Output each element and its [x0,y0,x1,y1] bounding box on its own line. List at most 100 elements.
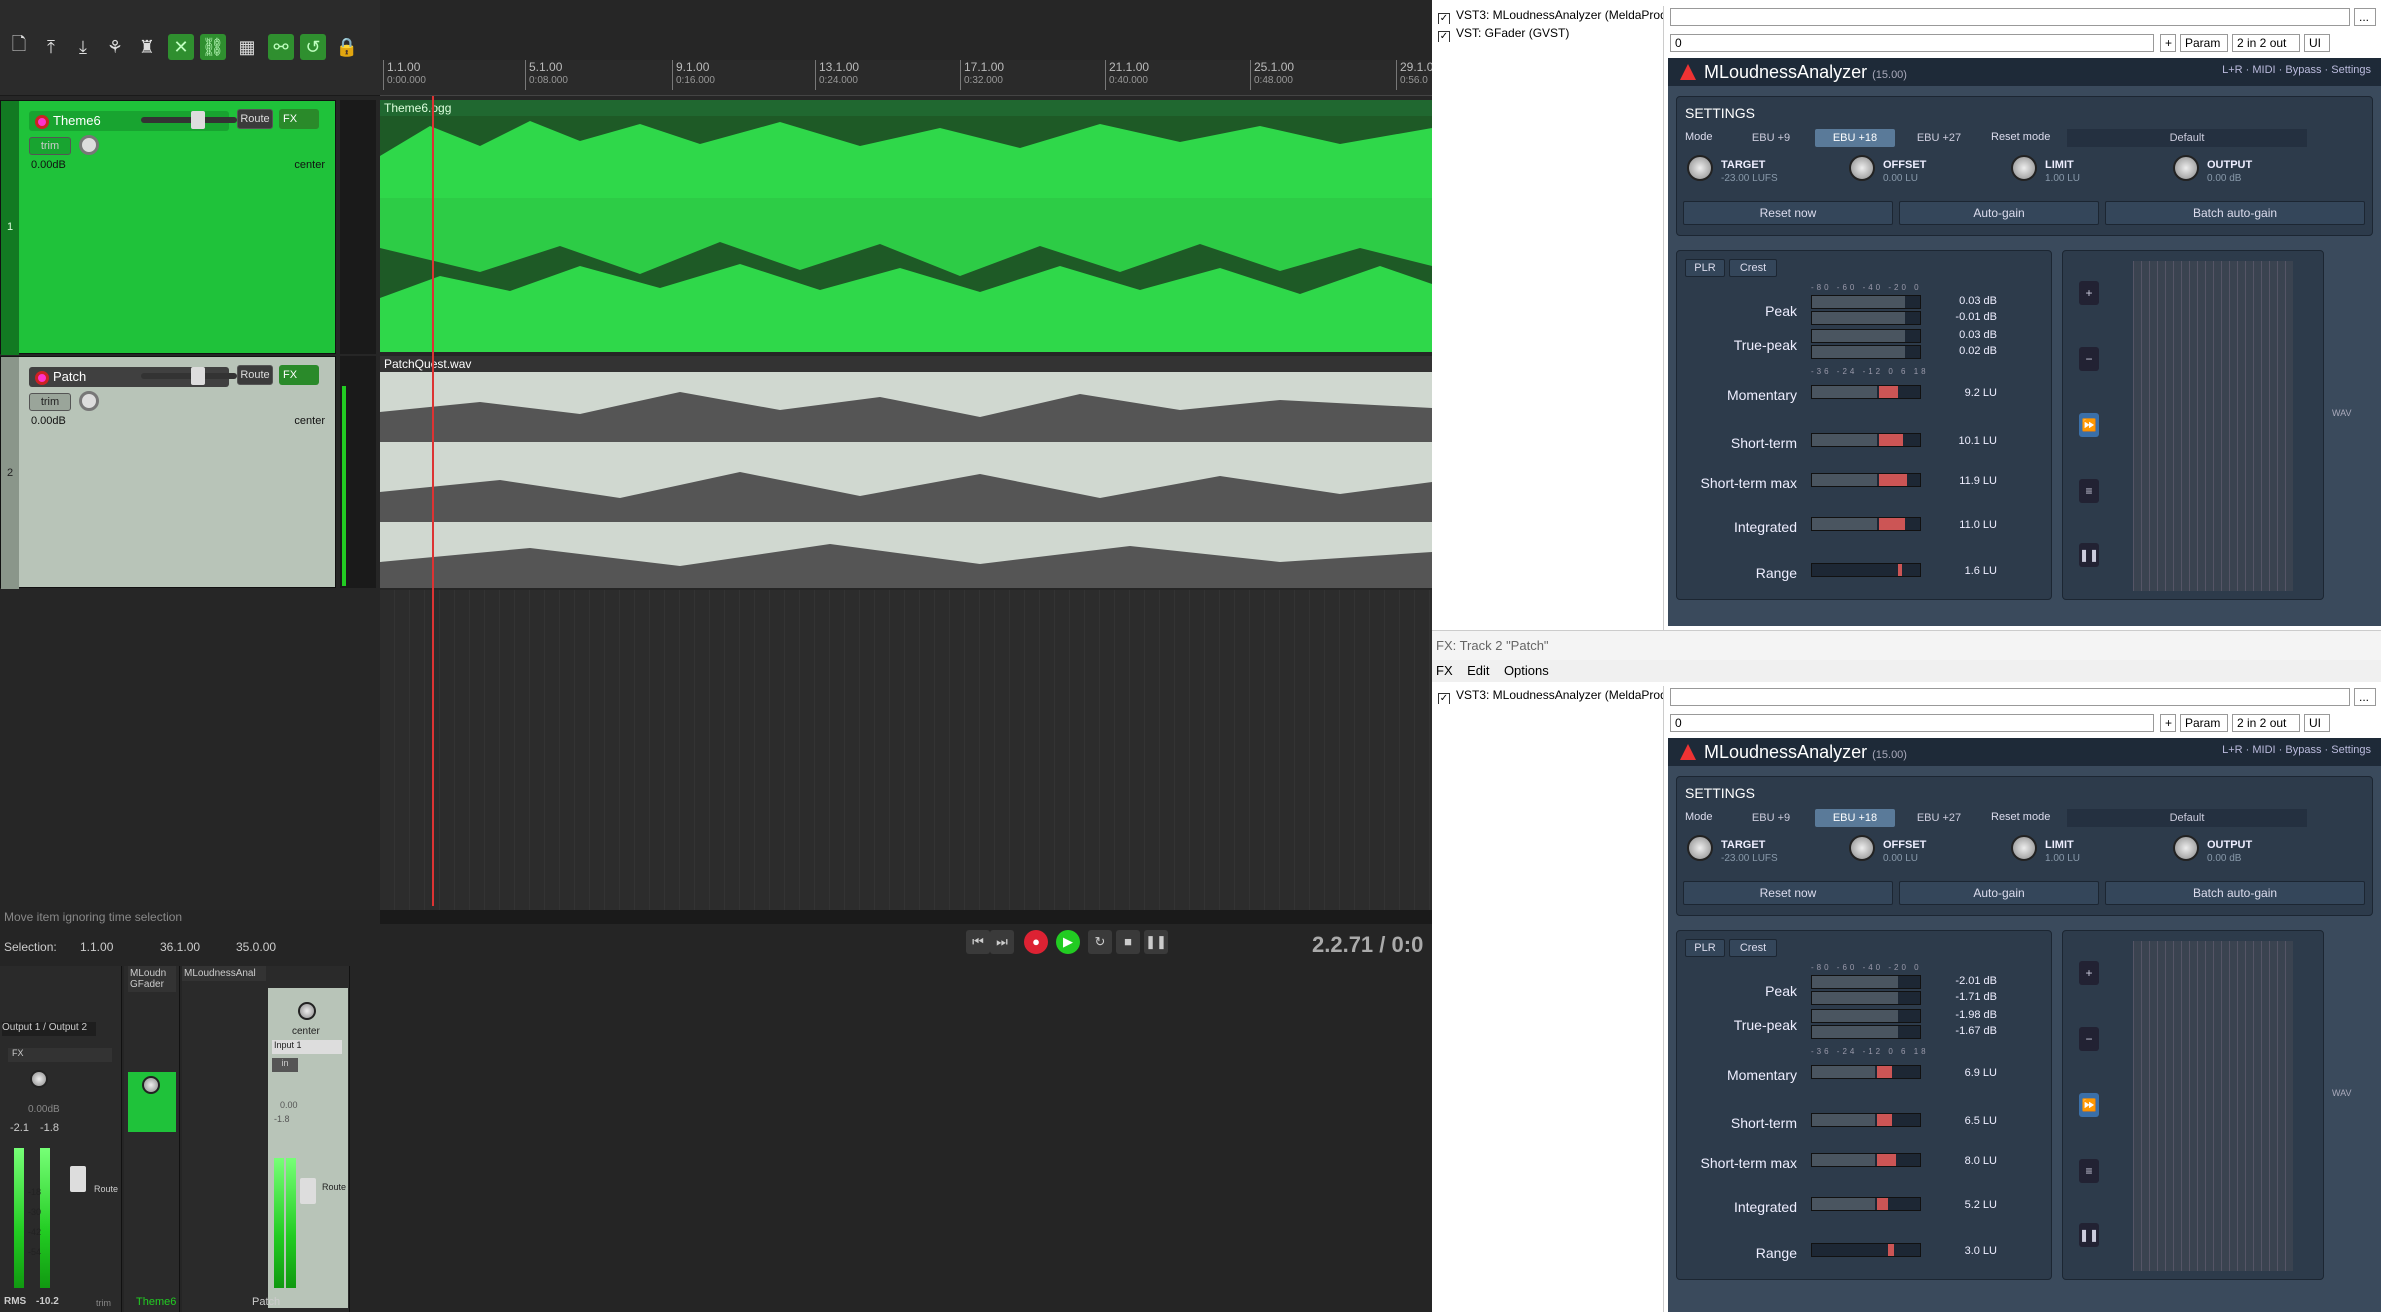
preset-select[interactable]: 0 [1670,34,2154,52]
checkbox-icon[interactable]: ✓ [1438,13,1450,24]
mode-ebu18[interactable]: EBU +18 [1815,129,1895,147]
media-item-patchquest[interactable]: PatchQuest.wav [380,356,1432,588]
checkbox-icon[interactable]: ✓ [1438,31,1450,42]
fx-param-field[interactable] [1670,8,2350,26]
mixer-strip-patch[interactable]: MLoudnessAnal center Input 1 in 0.00 -1.… [182,966,350,1312]
output-knob[interactable] [2173,155,2199,181]
strip-route-button[interactable]: Route [322,1182,346,1192]
loop-icon[interactable]: ↺ [300,34,326,60]
fx-chain-list-2[interactable]: ✓ VST3: MLoudnessAnalyzer (MeldaProdu... [1432,686,1664,1312]
limit-knob[interactable] [2011,835,2037,861]
target-knob[interactable] [1687,155,1713,181]
fx-chain-list-1[interactable]: ✓ VST3: MLoudnessAnalyzer (MeldaProdu... … [1432,6,1664,630]
reset-now-button[interactable]: Reset now [1683,201,1893,225]
record-arm-icon[interactable] [35,371,49,385]
target-knob[interactable] [1687,835,1713,861]
trim-button[interactable]: trim [29,137,71,155]
menu-edit[interactable]: Edit [1467,663,1489,678]
fx-window-2-title[interactable]: FX: Track 2 "Patch" [1432,630,2381,660]
mode-ebu27[interactable]: EBU +27 [1899,129,1979,147]
offset-knob[interactable] [1849,835,1875,861]
strip-fader[interactable] [300,1178,316,1204]
record-icon[interactable]: ● [1024,930,1048,954]
param-button[interactable]: Param [2180,714,2228,732]
menu-options[interactable]: Options [1504,663,1549,678]
add-preset-button[interactable]: + [2160,714,2176,732]
master-fx-button[interactable]: FX [8,1048,112,1062]
volume-slider-thumb[interactable] [191,111,205,129]
plr-tab[interactable]: PLR [1685,259,1725,277]
selection-start[interactable]: 1.1.00 [80,940,113,954]
mode-ebu9[interactable]: EBU +9 [1731,809,1811,827]
save-icon[interactable]: ⤒ [38,34,64,60]
ui-button[interactable]: UI [2304,34,2330,52]
volume-slider-thumb[interactable] [191,367,205,385]
strip-input[interactable]: Input 1 [272,1040,342,1054]
play-icon[interactable]: ▶ [1056,930,1080,954]
fx-button[interactable]: FX [279,365,319,385]
empty-arrange-area[interactable] [380,590,1432,910]
menu-icon[interactable]: ≡ [2079,479,2099,503]
volume-slider[interactable] [141,367,237,385]
pan-knob[interactable] [79,391,99,411]
go-to-start-icon[interactable]: ⏮ [966,930,990,954]
zoom-out-icon[interactable]: − [2079,347,2099,371]
auto-gain-button[interactable]: Auto-gain [1899,881,2099,905]
master-fader[interactable] [70,1166,86,1192]
reset-now-button[interactable]: Reset now [1683,881,1893,905]
reset-mode-select[interactable]: Default [2067,129,2307,147]
new-project-icon[interactable]: 🗋 [6,34,32,60]
fx-param-field[interactable] [1670,688,2350,706]
limit-knob[interactable] [2011,155,2037,181]
zoom-out-icon[interactable]: − [2079,1027,2099,1051]
repeat-icon[interactable]: ↻ [1088,930,1112,954]
io-button[interactable]: 2 in 2 out [2232,714,2300,732]
fast-forward-icon[interactable]: ⏩ [2079,413,2099,437]
plr-tab[interactable]: PLR [1685,939,1725,957]
zoom-in-icon[interactable]: + [2079,281,2099,305]
fx-chain-item[interactable]: ✓ VST3: MLoudnessAnalyzer (MeldaProdu... [1432,686,1663,704]
ui-button[interactable]: UI [2304,714,2330,732]
add-preset-button[interactable]: + [2160,34,2176,52]
mixer-strip-theme6[interactable]: MLoudn GFader Theme6 [124,966,180,1312]
pause-graph-icon[interactable]: ❚❚ [2079,543,2099,567]
master-route-button[interactable]: Route [94,1184,118,1194]
media-item-theme6[interactable]: Theme6.ogg [380,100,1432,352]
pan-knob[interactable] [79,135,99,155]
strip-pan-knob[interactable] [298,1002,316,1020]
strip-pan-knob[interactable] [142,1076,160,1094]
track-panel-2[interactable]: 2 Patch Route FX trim 0.00dB center [0,356,336,589]
fx-dots-button[interactable]: ... [2354,8,2376,26]
mixer-master-strip[interactable]: Output 1 / Output 2 FX 0.00dB -2.1 -1.8 … [0,966,122,1312]
snap-icon[interactable]: ✕ [168,34,194,60]
volume-slider[interactable] [141,111,237,129]
auto-crossfade-icon[interactable]: ⚯ [268,34,294,60]
menu-icon[interactable]: ≡ [2079,1159,2099,1183]
mode-ebu9[interactable]: EBU +9 [1731,129,1811,147]
playhead-cursor[interactable] [432,96,434,906]
pause-icon[interactable]: ❚❚ [1144,930,1168,954]
reset-mode-select[interactable]: Default [2067,809,2307,827]
strip-fx-list[interactable]: MLoudnessAnal [182,966,266,981]
metronome-icon[interactable]: ♜ [134,34,160,60]
loudness-history-graph[interactable] [2133,941,2293,1271]
selection-end[interactable]: 36.1.00 [160,940,200,954]
offset-knob[interactable] [1849,155,1875,181]
stop-icon[interactable]: ■ [1116,930,1140,954]
auto-gain-button[interactable]: Auto-gain [1899,201,2099,225]
route-button[interactable]: Route [237,109,273,129]
grid-icon[interactable]: ▦ [234,34,260,60]
strip-in-button[interactable]: in [272,1058,298,1072]
fast-forward-icon[interactable]: ⏩ [2079,1093,2099,1117]
io-button[interactable]: 2 in 2 out [2232,34,2300,52]
track-panel-1[interactable]: 1 Theme6 Route FX trim 0.00dB center [0,100,336,355]
go-to-end-icon[interactable]: ⏭ [990,930,1014,954]
route-button[interactable]: Route [237,365,273,385]
fx-chain-item[interactable]: ✓ VST3: MLoudnessAnalyzer (MeldaProdu... [1432,6,1663,24]
output-knob[interactable] [2173,835,2199,861]
crest-tab[interactable]: Crest [1729,939,1777,957]
crest-tab[interactable]: Crest [1729,259,1777,277]
horizontal-scrollbar[interactable] [380,910,1432,924]
render-icon[interactable]: ⤓ [70,34,96,60]
lock-icon[interactable]: 🔒 [334,34,360,60]
